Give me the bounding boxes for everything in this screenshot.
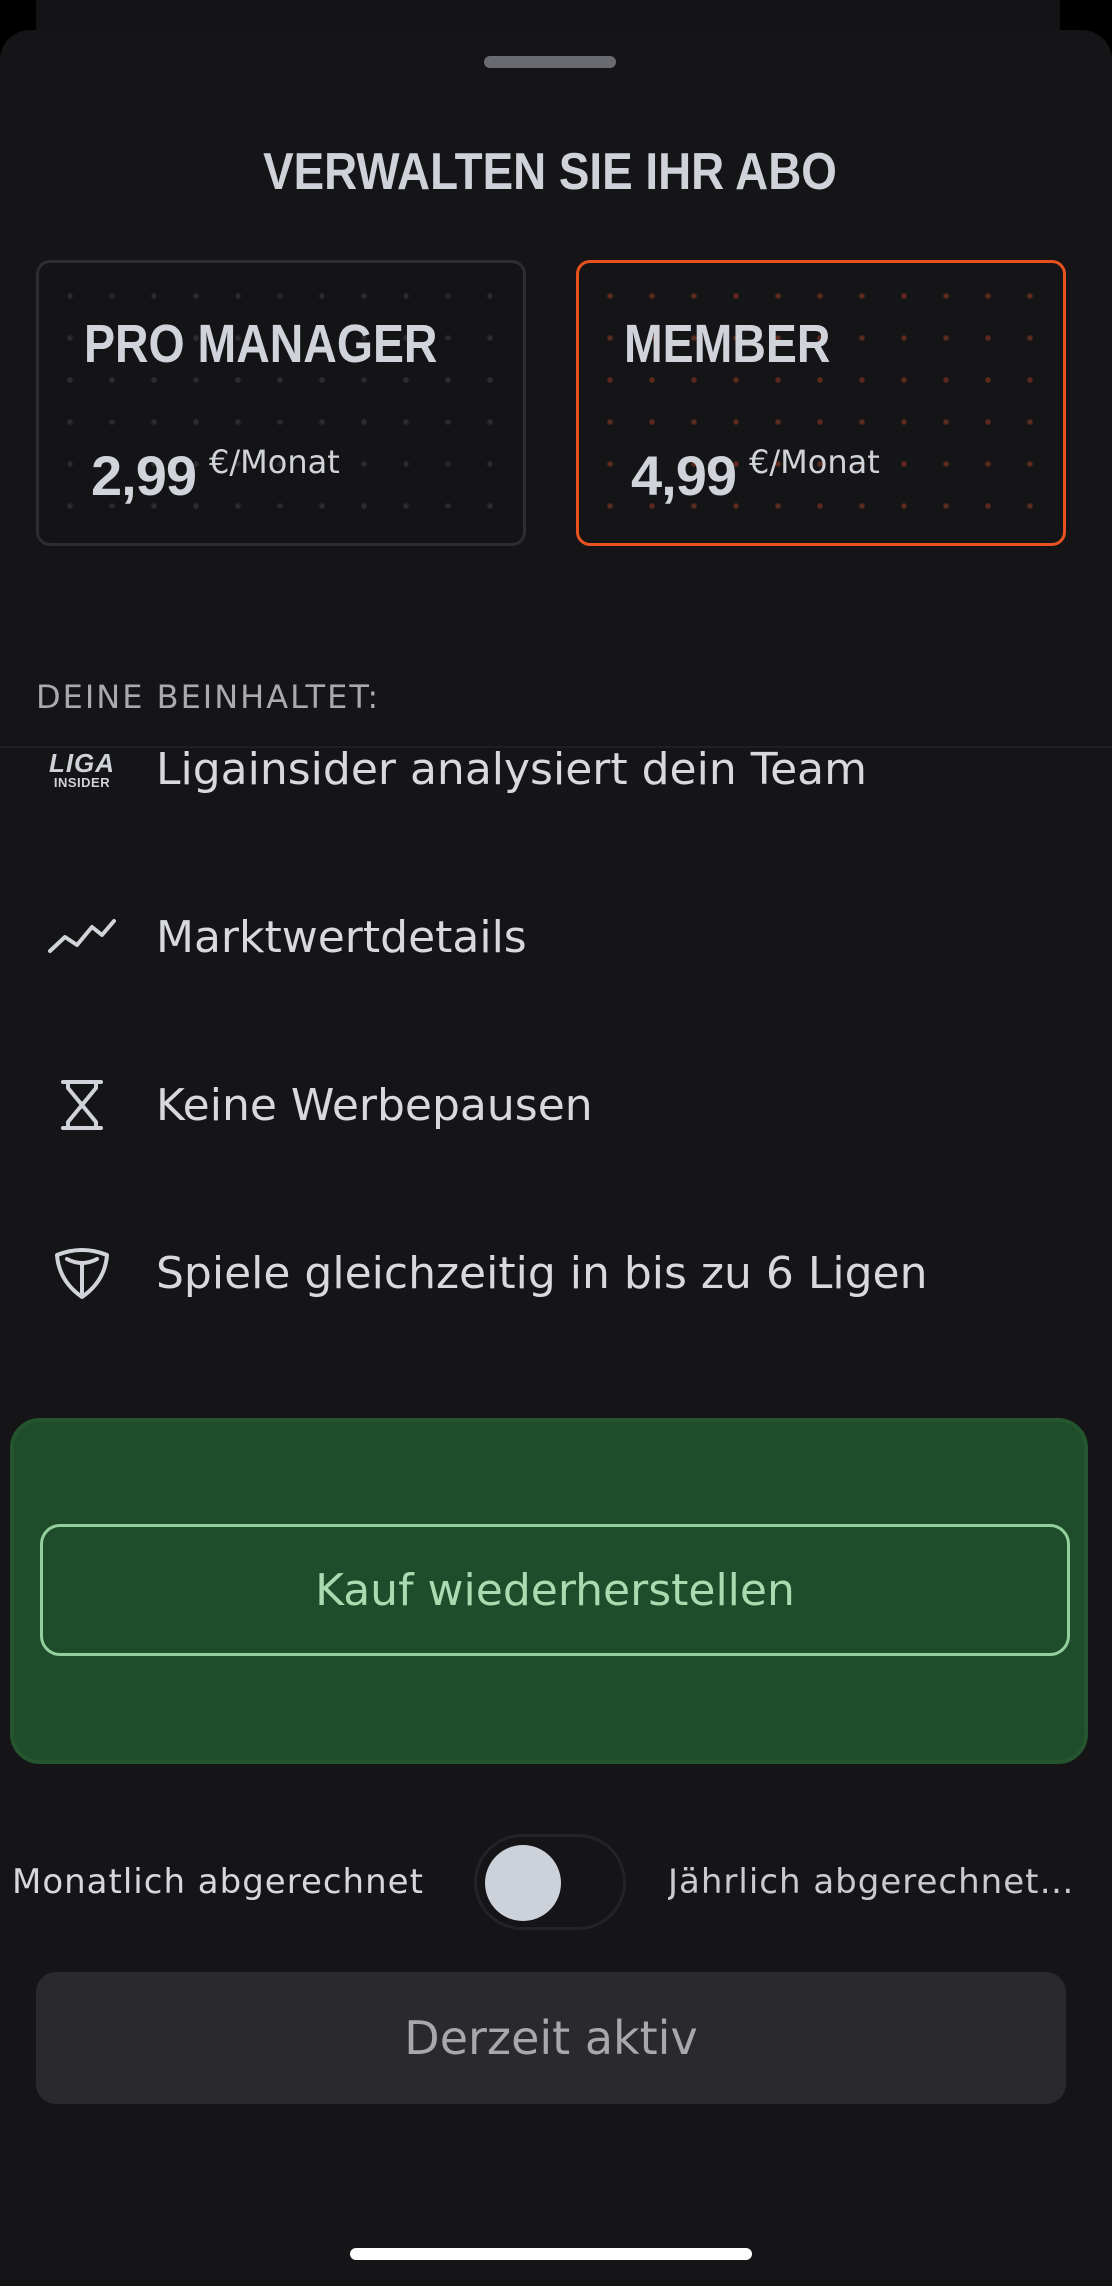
feature-label: Marktwertdetails [156,912,527,963]
plan-price: 2,99 [91,444,197,507]
includes-heading: DEINE BEINHALTET: [36,678,381,716]
restore-purchase-button[interactable]: Kauf wiederherstellen [40,1524,1070,1656]
sheet-title: VERWALTEN SIE IHR ABO [263,143,837,201]
plan-card-pro-manager[interactable]: PRO MANAGER 2,99 €/Monat [36,260,526,546]
plan-name: PRO MANAGER [84,314,438,374]
plan-name: MEMBER [624,314,831,374]
plan-price-unit: €/Monat [209,443,340,481]
home-indicator [350,2248,752,2260]
subscription-sheet: VERWALTEN SIE IHR ABO PRO MANAGER 2,99 €… [0,30,1112,2286]
feature-item-ligainsider: LIGA INSIDER Ligainsider analysiert dein… [0,724,1112,814]
ligainsider-logo-icon: LIGA INSIDER [48,747,116,790]
current-active-status-button: Derzeit aktiv [36,1972,1066,2104]
billing-yearly-label: Jährlich abgerechnet… [668,1862,1075,1902]
billing-period-toggle[interactable] [474,1834,626,1930]
shield-icon [46,1243,118,1303]
feature-label: Spiele gleichzeitig in bis zu 6 Ligen [156,1248,928,1299]
purchase-panel: Kauf wiederherstellen [10,1418,1088,1764]
plan-price: 4,99 [631,444,737,507]
trend-line-icon [46,907,118,967]
hourglass-icon [46,1075,118,1135]
plan-price-unit: €/Monat [749,443,880,481]
plan-card-member[interactable]: MEMBER 4,99 €/Monat [576,260,1066,546]
toggle-knob [485,1845,561,1921]
feature-item-market-value: Marktwertdetails [0,892,1112,982]
feature-label: Ligainsider analysiert dein Team [156,744,867,795]
sheet-grabber-handle[interactable] [484,56,616,68]
feature-item-no-ads: Keine Werbepausen [0,1060,1112,1150]
feature-label: Keine Werbepausen [156,1080,593,1131]
billing-monthly-label: Monatlich abgerechnet [12,1862,424,1902]
feature-item-multi-league: Spiele gleichzeitig in bis zu 6 Ligen [0,1228,1112,1318]
